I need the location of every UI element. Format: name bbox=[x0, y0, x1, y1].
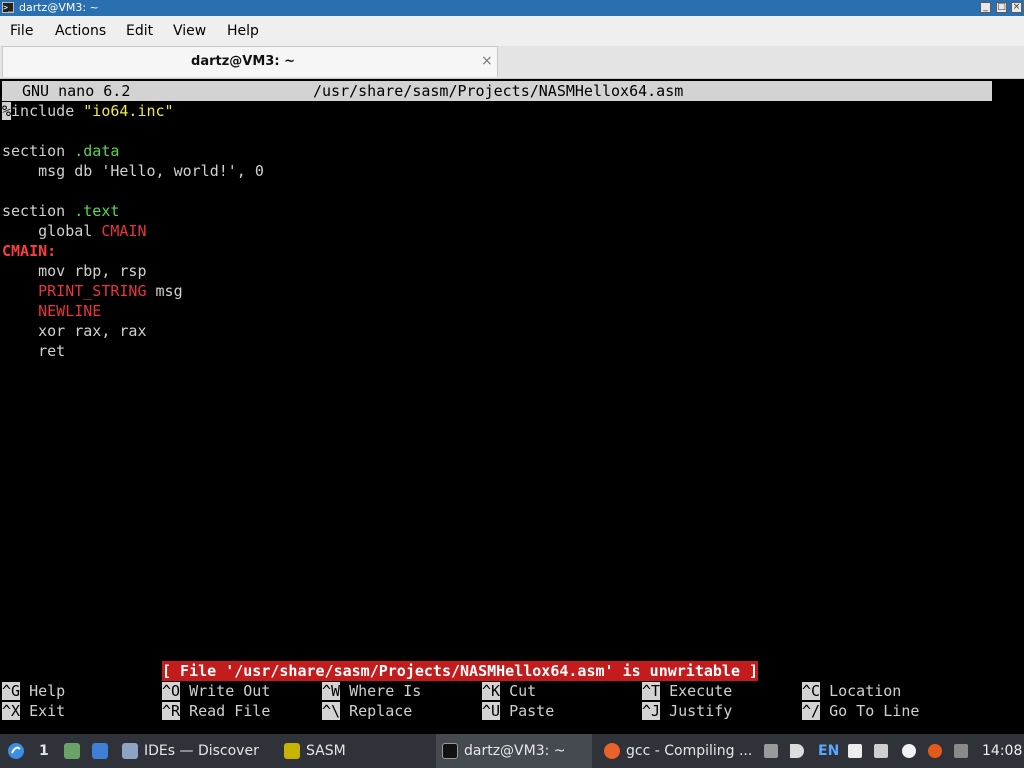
quicklaunch-files[interactable] bbox=[60, 734, 84, 768]
quicklaunch-desktop[interactable] bbox=[88, 734, 112, 768]
workspace-switcher[interactable]: 1 bbox=[32, 734, 54, 768]
task-discover[interactable]: IDEs — Discover bbox=[118, 734, 270, 768]
discover-icon bbox=[122, 743, 138, 759]
menu-edit[interactable]: Edit bbox=[126, 23, 153, 39]
menu-view[interactable]: View bbox=[173, 23, 206, 39]
nano-header: GNU nano 6.2 /usr/share/sasm/Projects/NA… bbox=[2, 81, 992, 101]
tab-terminal[interactable]: dartz@VM3: ~ × bbox=[2, 46, 498, 77]
shortcut-where-is: ^W Where Is bbox=[322, 682, 422, 700]
shortcut-help: ^G Help bbox=[2, 682, 66, 700]
window-title: dartz@VM3: ~ bbox=[19, 1, 99, 14]
battery-icon[interactable] bbox=[954, 744, 968, 758]
shortcut-go-to-line: ^/ Go To Line bbox=[802, 702, 920, 720]
close-button[interactable]: × bbox=[1011, 2, 1022, 13]
code-line: xor rax, rax bbox=[2, 322, 147, 340]
volume-icon[interactable] bbox=[790, 744, 804, 758]
task-sasm[interactable]: SASM bbox=[280, 734, 430, 768]
clock[interactable]: 14:08 bbox=[982, 743, 1022, 759]
menu-help[interactable]: Help bbox=[227, 23, 259, 39]
tab-bar: dartz@VM3: ~ × bbox=[0, 46, 1024, 79]
start-menu-icon bbox=[8, 743, 24, 759]
task-firefox[interactable]: gcc - Compiling ... bbox=[600, 734, 752, 768]
shortcut-exit: ^X Exit bbox=[2, 702, 66, 720]
window-titlebar[interactable]: >_ dartz@VM3: ~ _ □ × bbox=[0, 0, 1024, 16]
sasm-icon bbox=[284, 743, 300, 759]
terminal-view[interactable]: GNU nano 6.2 /usr/share/sasm/Projects/NA… bbox=[0, 79, 1024, 734]
keyboard-layout[interactable]: EN bbox=[818, 743, 839, 759]
shortcut-execute: ^T Execute bbox=[642, 682, 733, 700]
text-cursor: % bbox=[2, 102, 12, 120]
menu-bar: File Actions Edit View Help bbox=[0, 16, 1024, 46]
clipboard-icon[interactable] bbox=[764, 744, 778, 758]
code-line: %include "io64.inc" bbox=[2, 102, 174, 120]
file-manager-icon bbox=[64, 743, 80, 759]
settings-icon[interactable] bbox=[902, 744, 916, 758]
nano-filepath: /usr/share/sasm/Projects/NASMHellox64.as… bbox=[313, 82, 684, 100]
tab-close-icon[interactable]: × bbox=[481, 53, 493, 69]
code-line: global CMAIN bbox=[2, 222, 147, 240]
code-line: msg db 'Hello, world!', 0 bbox=[2, 162, 264, 180]
code-line: CMAIN: bbox=[2, 242, 57, 260]
update-icon[interactable] bbox=[928, 744, 942, 758]
nano-version: GNU nano 6.2 bbox=[22, 82, 131, 100]
menu-actions[interactable]: Actions bbox=[55, 23, 106, 39]
menu-file[interactable]: File bbox=[10, 23, 33, 39]
show-desktop-icon bbox=[92, 743, 108, 759]
code-line: NEWLINE bbox=[38, 302, 102, 320]
taskbar: 1 IDEs — Discover SASM dartz@VM3: ~ gcc … bbox=[0, 734, 1024, 768]
shortcut-location: ^C Location bbox=[802, 682, 902, 700]
firefox-icon bbox=[604, 743, 620, 759]
tab-label: dartz@VM3: ~ bbox=[191, 54, 295, 69]
shortcut-replace: ^\ Replace bbox=[322, 702, 413, 720]
code-line: ret bbox=[2, 342, 66, 360]
network-icon[interactable] bbox=[874, 744, 888, 758]
status-message: [ File '/usr/share/sasm/Projects/NASMHel… bbox=[162, 661, 759, 681]
shortcut-justify: ^J Justify bbox=[642, 702, 733, 720]
terminal-icon: >_ bbox=[2, 2, 14, 13]
shortcut-cut: ^K Cut bbox=[482, 682, 537, 700]
code-line: section .data bbox=[2, 142, 120, 160]
code-line: mov rbp, rsp bbox=[2, 262, 147, 280]
start-menu-button[interactable] bbox=[4, 734, 28, 768]
terminal-icon bbox=[442, 743, 458, 759]
notes-icon[interactable] bbox=[848, 744, 862, 758]
code-line: PRINT_STRING msg bbox=[38, 282, 183, 300]
shortcut-read-file: ^R Read File bbox=[162, 702, 271, 720]
task-terminal[interactable]: dartz@VM3: ~ bbox=[436, 734, 592, 768]
shortcut-write-out: ^O Write Out bbox=[162, 682, 271, 700]
shortcut-paste: ^U Paste bbox=[482, 702, 555, 720]
minimize-button[interactable]: _ bbox=[980, 2, 991, 13]
code-line: section .text bbox=[2, 202, 120, 220]
maximize-button[interactable]: □ bbox=[996, 2, 1007, 13]
